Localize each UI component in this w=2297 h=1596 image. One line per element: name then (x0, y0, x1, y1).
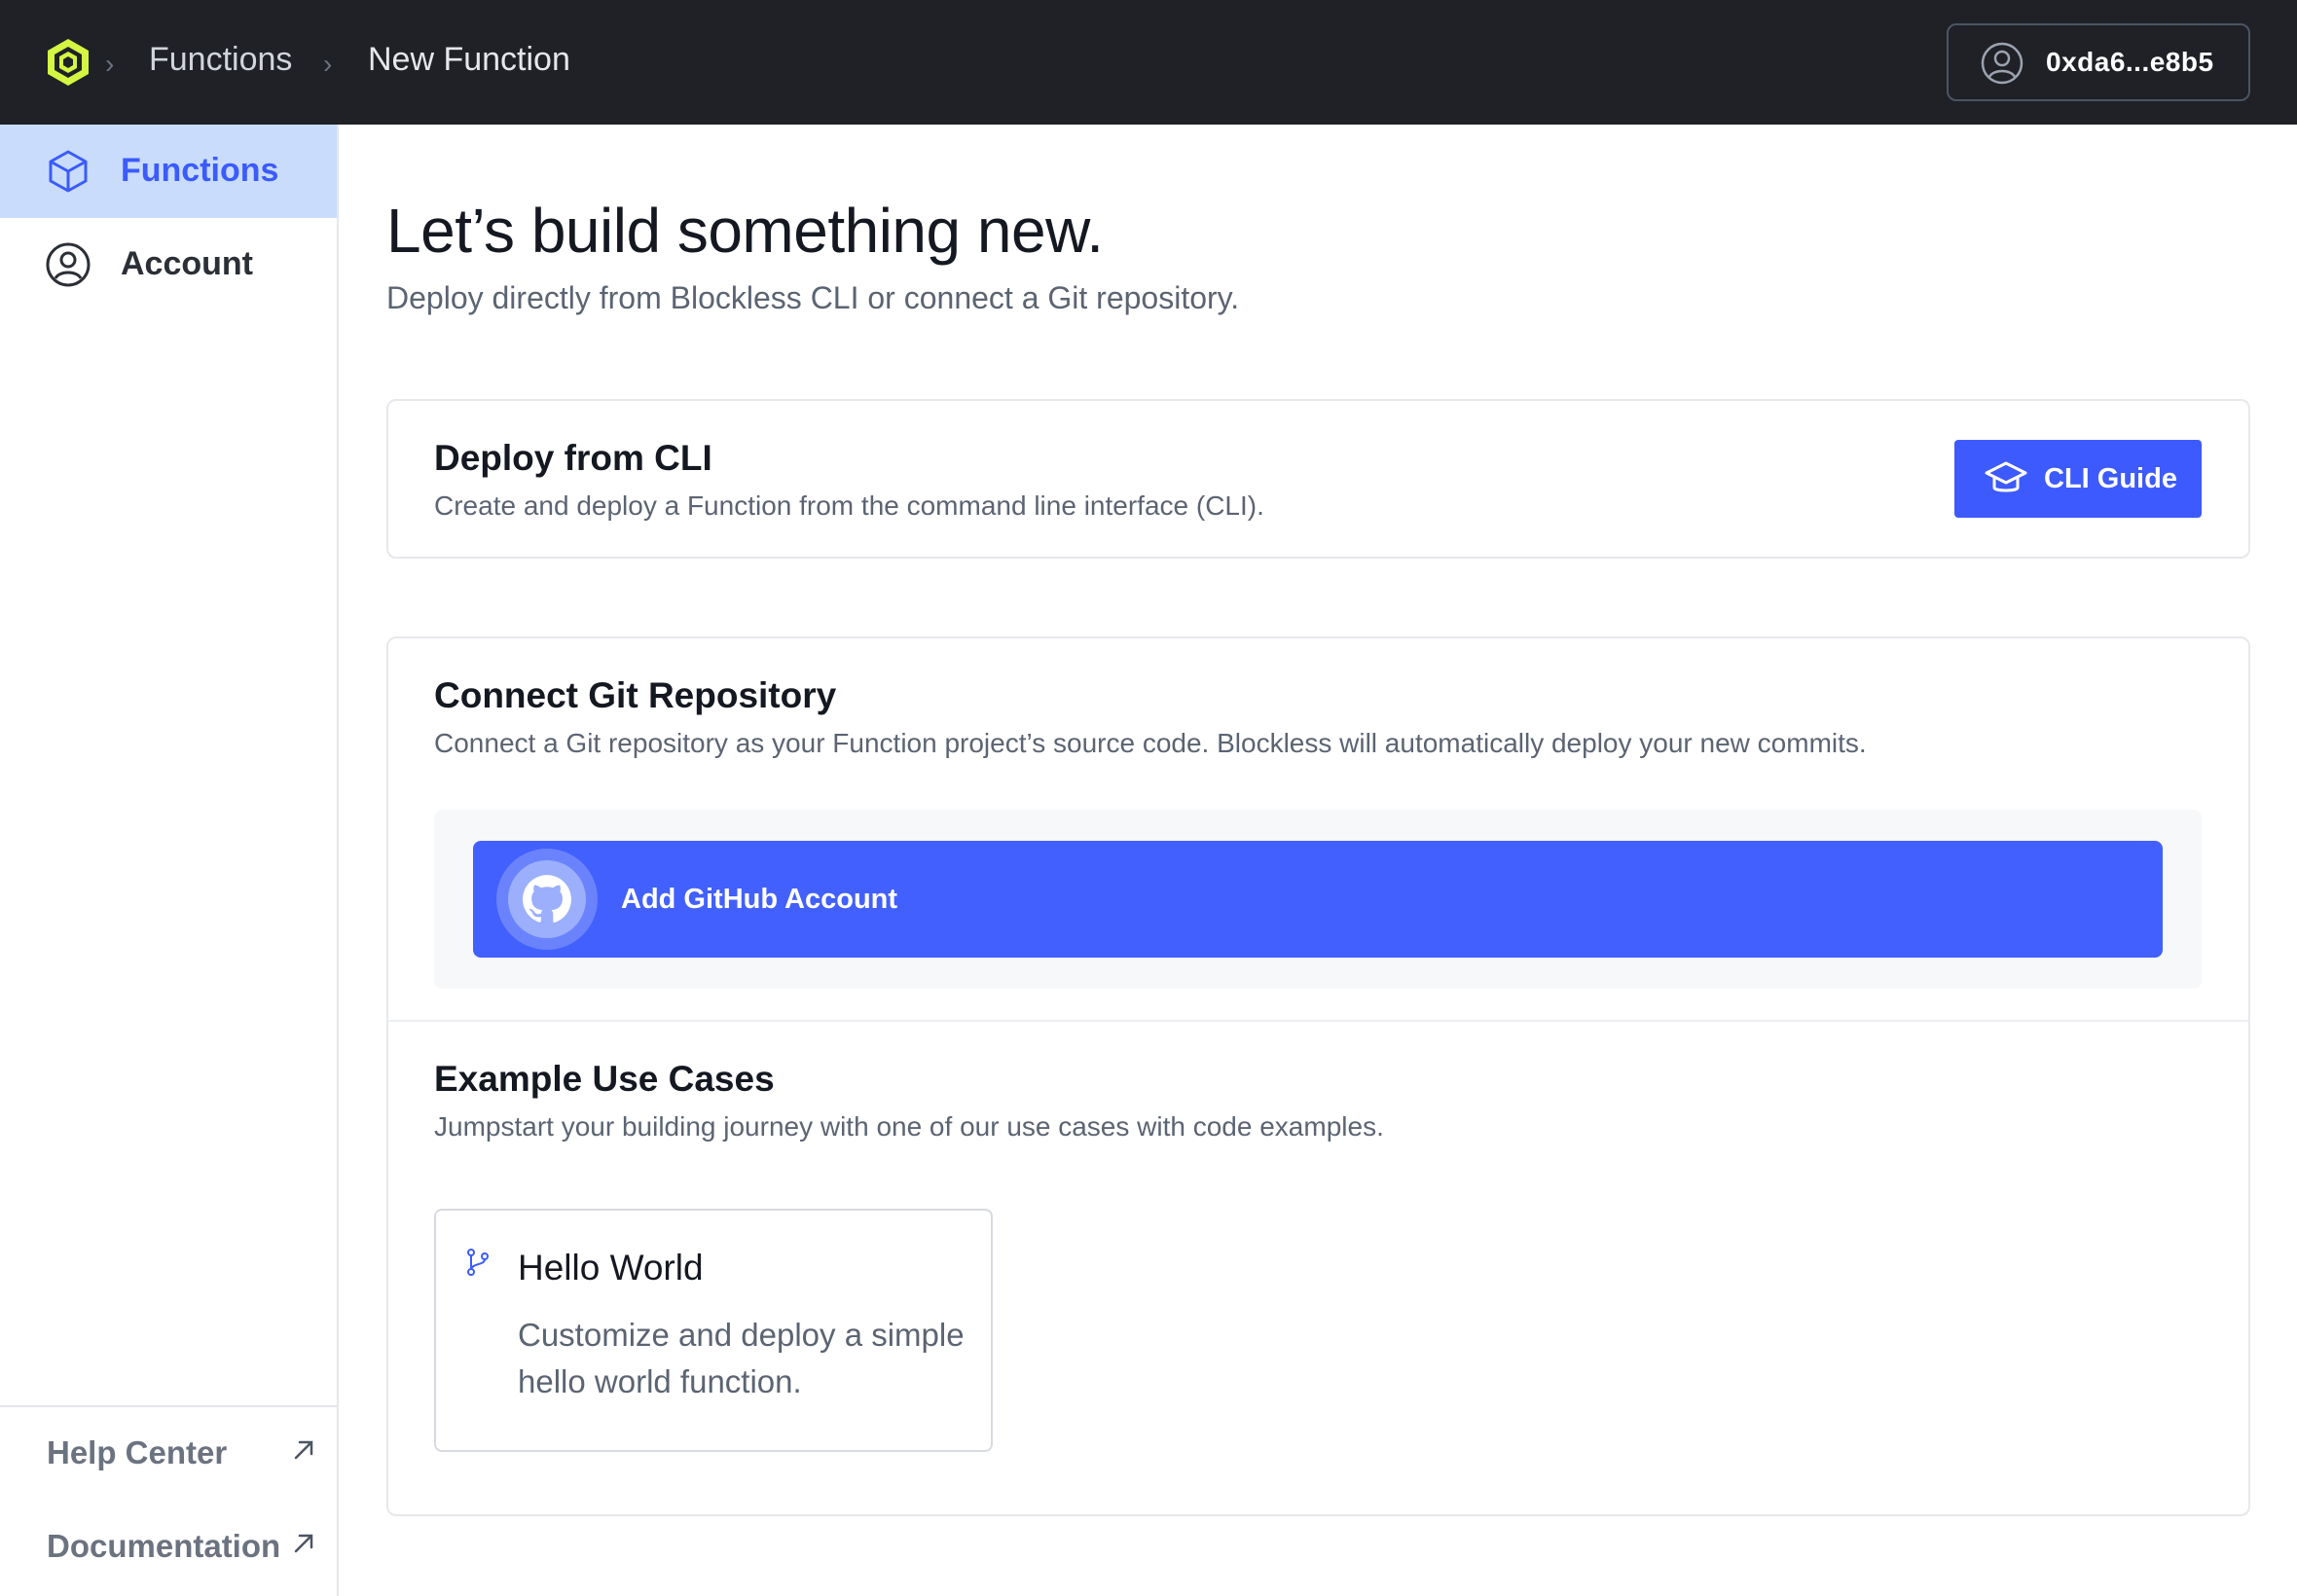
breadcrumb-functions[interactable]: Functions (149, 41, 292, 79)
sidebar-footer: Help Center Documentation (0, 1405, 337, 1564)
example-description: Customize and deploy a simple hello worl… (518, 1317, 965, 1399)
breadcrumb-separator-icon: › (105, 49, 115, 79)
sidebar: Functions Account Help Center Documentat… (0, 125, 339, 1596)
documentation-label: Documentation (47, 1528, 281, 1564)
add-github-account-label: Add GitHub Account (621, 884, 898, 915)
sidebar-item-label: Functions (121, 152, 279, 189)
top-bar: › Functions › New Function 0xda6...e8b5 (0, 0, 2297, 125)
account-button[interactable]: 0xda6...e8b5 (1947, 23, 2250, 101)
page-title: Let’s build something new. (386, 196, 1104, 266)
example-hello-world-card[interactable]: Hello World Customize and deploy a simpl… (434, 1209, 993, 1452)
user-circle-icon (1981, 42, 2024, 85)
user-circle-icon (46, 242, 91, 287)
external-link-icon (294, 1440, 313, 1460)
documentation-link[interactable]: Documentation (0, 1501, 337, 1594)
git-branch-icon (467, 1249, 489, 1276)
example-title: Hello World (518, 1248, 704, 1288)
connect-git-description: Connect a Git repository as your Functio… (434, 728, 1867, 758)
github-icon (523, 875, 571, 923)
breadcrumb-new-function: New Function (368, 41, 570, 78)
examples-title: Example Use Cases (434, 1059, 775, 1099)
cube-icon (49, 150, 88, 193)
sidebar-item-functions[interactable]: Functions (0, 125, 337, 218)
help-center-link[interactable]: Help Center (0, 1407, 337, 1501)
account-address: 0xda6...e8b5 (2046, 47, 2214, 77)
page-subtitle: Deploy directly from Blockless CLI or co… (386, 280, 1240, 315)
cli-guide-label: CLI Guide (2044, 463, 2177, 494)
section-divider (387, 1020, 2248, 1022)
sidebar-item-label: Account (121, 245, 253, 282)
help-center-label: Help Center (47, 1434, 228, 1470)
deploy-cli-description: Create and deploy a Function from the co… (434, 490, 1264, 521)
deploy-cli-title: Deploy from CLI (434, 438, 712, 478)
external-link-icon (294, 1534, 313, 1553)
breadcrumb-separator-icon: › (323, 49, 333, 79)
sidebar-item-account[interactable]: Account (0, 218, 337, 311)
blockless-logo-icon[interactable] (43, 37, 93, 88)
graduation-cap-icon (1985, 461, 2027, 492)
examples-description: Jumpstart your building journey with one… (434, 1111, 1384, 1142)
cli-guide-button[interactable]: CLI Guide (1954, 440, 2202, 518)
connect-git-title: Connect Git Repository (434, 675, 837, 715)
add-github-account-button[interactable]: Add GitHub Account (473, 841, 2163, 958)
